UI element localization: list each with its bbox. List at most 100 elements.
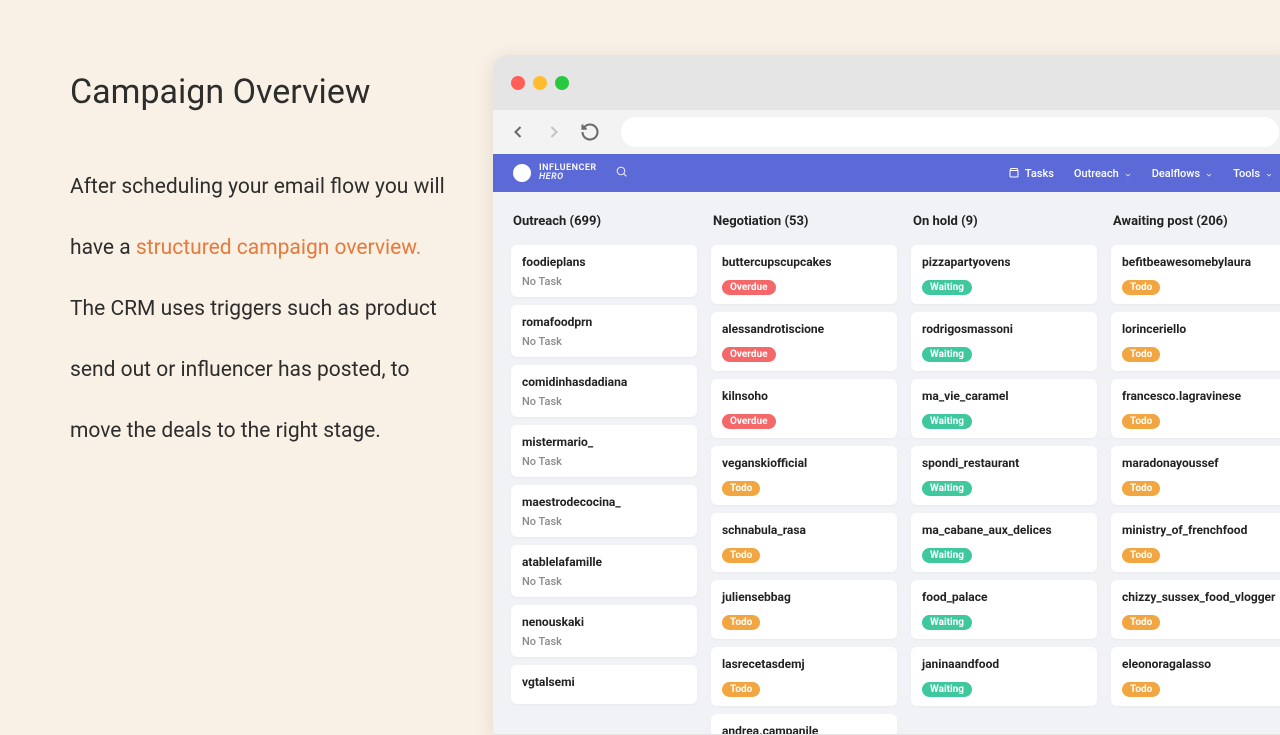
deal-card[interactable]: juliensebbag Todo <box>711 580 897 639</box>
deal-card[interactable]: rodrigosmassoniWaiting <box>911 312 1097 371</box>
address-bar[interactable] <box>621 117 1279 147</box>
deal-card[interactable]: janinaandfoodWaiting <box>911 647 1097 706</box>
deal-card[interactable]: schnabula_rasaTodo <box>711 513 897 572</box>
deal-name: francesco.lagravinese <box>1122 389 1280 404</box>
app-header: INFLUENCER HERO Tasks Outreach Dealflows <box>493 154 1280 192</box>
deal-card[interactable]: foodieplansNo Task <box>511 245 697 297</box>
deal-card[interactable]: francesco.lagravinese Todo <box>1111 379 1280 438</box>
status-badge: Waiting <box>922 347 972 362</box>
deal-card[interactable]: eleonoragalasso Todo <box>1111 647 1280 706</box>
deal-card[interactable]: befitbeawesomebylaura Todo <box>1111 245 1280 304</box>
deal-card[interactable]: romafoodprn No Task <box>511 305 697 357</box>
status-text: No Task <box>522 335 686 348</box>
nav-tasks[interactable]: Tasks <box>1008 167 1054 180</box>
deal-card[interactable]: chizzy_sussex_food_vloggerTodo <box>1111 580 1280 639</box>
minimize-icon[interactable] <box>533 76 547 90</box>
deal-card[interactable]: spondi_restaurant Waiting <box>911 446 1097 505</box>
deal-name: andrea.campanile <box>722 724 886 734</box>
reload-icon[interactable] <box>579 121 601 143</box>
deal-name: maestrodecocina_ <box>522 495 686 510</box>
marketing-copy: Campaign Overview After scheduling your … <box>70 72 450 461</box>
deal-name: befitbeawesomebylaura <box>1122 255 1280 270</box>
status-badge: Overdue <box>722 414 776 429</box>
deal-card[interactable]: mistermario_No Task <box>511 425 697 477</box>
deal-card[interactable]: atablelafamilleNo Task <box>511 545 697 597</box>
deal-card[interactable]: vgtalsemi <box>511 665 697 704</box>
chevron-down-icon <box>1205 169 1213 177</box>
chevron-down-icon <box>1265 169 1273 177</box>
column-title: Awaiting post (206) <box>1111 214 1280 229</box>
kanban-column: On hold (9)pizzapartyovensWaitingrodrigo… <box>911 214 1097 734</box>
deal-name: lasrecetasdemj <box>722 657 886 672</box>
nav-outreach[interactable]: Outreach <box>1074 167 1132 180</box>
status-badge: Todo <box>1122 414 1160 429</box>
status-badge: Waiting <box>922 682 972 697</box>
status-badge: Todo <box>1122 280 1160 295</box>
status-badge: Todo <box>1122 682 1160 697</box>
deal-card[interactable]: lasrecetasdemjTodo <box>711 647 897 706</box>
status-badge: Todo <box>722 615 760 630</box>
deal-name: kilnsoho <box>722 389 886 404</box>
nav-tools[interactable]: Tools <box>1233 167 1273 180</box>
deal-card[interactable]: comidinhasdadianaNo Task <box>511 365 697 417</box>
deal-name: mistermario_ <box>522 435 686 450</box>
browser-toolbar <box>493 110 1280 154</box>
close-icon[interactable] <box>511 76 525 90</box>
nav-dealflows[interactable]: Dealflows <box>1152 167 1213 180</box>
deal-card[interactable]: andrea.campanile <box>711 714 897 734</box>
status-badge: Waiting <box>922 280 972 295</box>
deal-card[interactable]: maradonayoussef Todo <box>1111 446 1280 505</box>
status-text: No Task <box>522 635 686 648</box>
status-badge: Overdue <box>722 347 776 362</box>
deal-name: juliensebbag <box>722 590 886 605</box>
forward-icon[interactable] <box>543 121 565 143</box>
deal-name: pizzapartyovens <box>922 255 1086 270</box>
status-badge: Waiting <box>922 414 972 429</box>
status-badge: Todo <box>722 481 760 496</box>
deal-name: lorinceriello <box>1122 322 1280 337</box>
deal-card[interactable]: kilnsoho Overdue <box>711 379 897 438</box>
zoom-icon[interactable] <box>555 76 569 90</box>
page-body: After scheduling your email flow you wil… <box>70 157 450 461</box>
deal-name: chizzy_sussex_food_vlogger <box>1122 590 1280 605</box>
deal-card[interactable]: lorincerielloTodo <box>1111 312 1280 371</box>
kanban-column: Awaiting post (206) befitbeawesomebylaura… <box>1111 214 1280 734</box>
deal-name: vgtalsemi <box>522 675 686 690</box>
back-icon[interactable] <box>507 121 529 143</box>
deal-name: alessandrotiscione <box>722 322 886 337</box>
traffic-lights <box>511 76 569 90</box>
deal-card[interactable]: food_palaceWaiting <box>911 580 1097 639</box>
deal-name: maradonayoussef <box>1122 456 1280 471</box>
deal-name: romafoodprn <box>522 315 686 330</box>
column-title: Negotiation (53) <box>711 214 897 229</box>
deal-card[interactable]: nenouskaki No Task <box>511 605 697 657</box>
deal-card[interactable]: buttercupscupcakesOverdue <box>711 245 897 304</box>
brand-name: INFLUENCER HERO <box>539 164 597 183</box>
status-badge: Waiting <box>922 615 972 630</box>
deal-card[interactable]: pizzapartyovens Waiting <box>911 245 1097 304</box>
app-content: INFLUENCER HERO Tasks Outreach Dealflows <box>493 154 1280 734</box>
deal-name: schnabula_rasa <box>722 523 886 538</box>
status-badge: Todo <box>1122 481 1160 496</box>
chevron-down-icon <box>1124 169 1132 177</box>
deal-name: comidinhasdadiana <box>522 375 686 390</box>
deal-card[interactable]: veganskiofficialTodo <box>711 446 897 505</box>
deal-name: foodieplans <box>522 255 686 270</box>
column-title: Outreach (699) <box>511 214 697 229</box>
column-title: On hold (9) <box>911 214 1097 229</box>
deal-name: spondi_restaurant <box>922 456 1086 471</box>
deal-card[interactable]: ma_vie_caramelWaiting <box>911 379 1097 438</box>
deal-card[interactable]: ma_cabane_aux_delices Waiting <box>911 513 1097 572</box>
deal-card[interactable]: maestrodecocina_No Task <box>511 485 697 537</box>
deal-card[interactable]: ministry_of_frenchfoodTodo <box>1111 513 1280 572</box>
logo-icon <box>513 164 531 182</box>
status-badge: Waiting <box>922 481 972 496</box>
status-badge: Waiting <box>922 548 972 563</box>
deal-name: eleonoragalasso <box>1122 657 1280 672</box>
deal-name: ministry_of_frenchfood <box>1122 523 1280 538</box>
status-text: No Task <box>522 575 686 588</box>
deal-name: nenouskaki <box>522 615 686 630</box>
deal-card[interactable]: alessandrotiscione Overdue <box>711 312 897 371</box>
deal-name: ma_cabane_aux_delices <box>922 523 1086 538</box>
search-icon[interactable] <box>615 165 628 181</box>
